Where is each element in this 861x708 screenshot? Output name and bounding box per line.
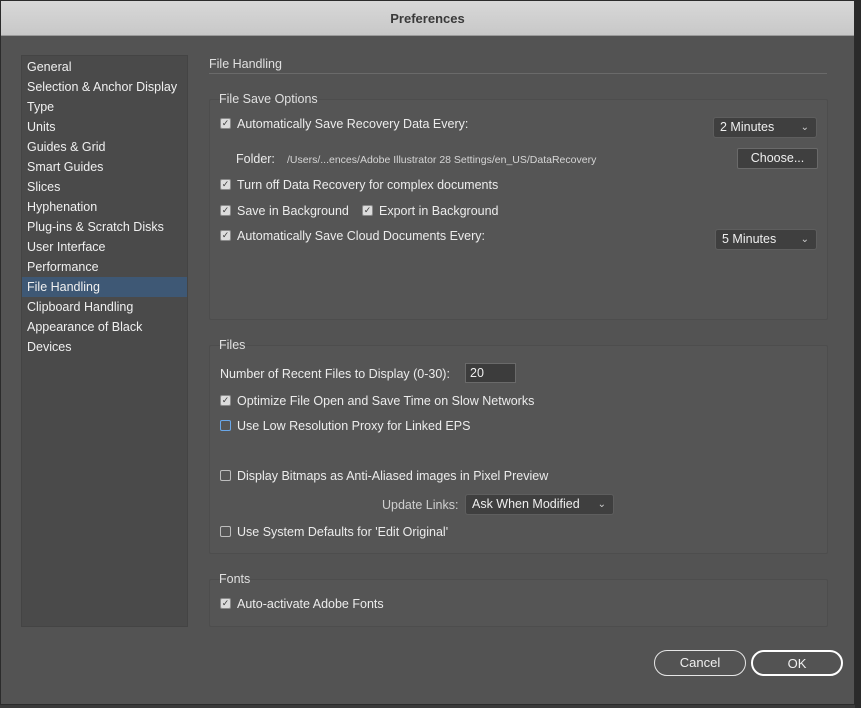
cloud-save-checkbox[interactable]: ✓ <box>220 230 231 241</box>
sidebar-item-slices[interactable]: Slices <box>22 177 187 197</box>
turn-off-recovery-checkbox[interactable]: ✓ <box>220 179 231 190</box>
turn-off-recovery-label: Turn off Data Recovery for complex docum… <box>237 178 499 192</box>
sidebar-item-clipboard-handling[interactable]: Clipboard Handling <box>22 297 187 317</box>
sidebar: General Selection & Anchor Display Type … <box>21 55 188 627</box>
auto-save-label: Automatically Save Recovery Data Every: <box>237 117 469 131</box>
sidebar-item-user-interface[interactable]: User Interface <box>22 237 187 257</box>
system-defaults-label: Use System Defaults for 'Edit Original' <box>237 525 449 539</box>
sidebar-item-plugins-scratch-disks[interactable]: Plug-ins & Scratch Disks <box>22 217 187 237</box>
folder-path: /Users/...ences/Adobe Illustrator 28 Set… <box>287 154 597 166</box>
cloud-save-label: Automatically Save Cloud Documents Every… <box>237 229 486 243</box>
check-icon: ✓ <box>221 395 230 405</box>
optimize-label: Optimize File Open and Save Time on Slow… <box>237 394 535 408</box>
export-background-label: Export in Background <box>379 204 499 218</box>
sidebar-item-devices[interactable]: Devices <box>22 337 187 357</box>
sidebar-item-file-handling[interactable]: File Handling <box>22 277 187 297</box>
recent-files-label: Number of Recent Files to Display (0-30)… <box>220 367 450 381</box>
auto-save-interval-select[interactable]: 2 Minutes ⌄ <box>713 117 817 138</box>
preferences-dialog: Preferences General Selection & Anchor D… <box>0 0 855 705</box>
check-icon: ✓ <box>221 179 230 189</box>
check-icon: ✓ <box>221 598 230 608</box>
folder-label: Folder: <box>236 152 275 166</box>
save-background-checkbox[interactable]: ✓ <box>220 205 231 216</box>
update-links-label: Update Links: <box>382 498 459 512</box>
file-save-options-title: File Save Options <box>219 92 318 106</box>
choose-folder-button[interactable]: Choose... <box>737 148 818 169</box>
export-background-checkbox[interactable]: ✓ <box>362 205 373 216</box>
sidebar-item-selection-anchor-display[interactable]: Selection & Anchor Display <box>22 77 187 97</box>
sidebar-item-appearance-of-black[interactable]: Appearance of Black <box>22 317 187 337</box>
sidebar-item-hyphenation[interactable]: Hyphenation <box>22 197 187 217</box>
cancel-button[interactable]: Cancel <box>654 650 746 676</box>
auto-save-checkbox[interactable]: ✓ <box>220 118 231 129</box>
auto-activate-fonts-label: Auto-activate Adobe Fonts <box>237 597 384 611</box>
system-defaults-checkbox[interactable] <box>220 526 231 537</box>
anti-aliased-label: Display Bitmaps as Anti-Aliased images i… <box>237 469 549 483</box>
chevron-down-icon: ⌄ <box>597 499 606 510</box>
recent-files-input[interactable]: 20 <box>465 363 516 383</box>
dialog-title: Preferences <box>1 1 854 36</box>
check-icon: ✓ <box>221 205 230 215</box>
optimize-checkbox[interactable]: ✓ <box>220 395 231 406</box>
save-background-label: Save in Background <box>237 204 349 218</box>
update-links-value: Ask When Modified <box>472 497 580 511</box>
chevron-down-icon: ⌄ <box>800 234 809 245</box>
cloud-save-interval-value: 5 Minutes <box>722 232 777 246</box>
auto-save-interval-value: 2 Minutes <box>720 120 775 134</box>
sidebar-item-units[interactable]: Units <box>22 117 187 137</box>
sidebar-item-performance[interactable]: Performance <box>22 257 187 277</box>
check-icon: ✓ <box>221 118 230 128</box>
sidebar-item-type[interactable]: Type <box>22 97 187 117</box>
chevron-down-icon: ⌄ <box>800 122 809 133</box>
heading-divider <box>209 73 827 74</box>
sidebar-item-guides-grid[interactable]: Guides & Grid <box>22 137 187 157</box>
low-res-proxy-label: Use Low Resolution Proxy for Linked EPS <box>237 419 471 433</box>
cloud-save-interval-select[interactable]: 5 Minutes ⌄ <box>715 229 817 250</box>
sidebar-item-general[interactable]: General <box>22 57 187 77</box>
update-links-select[interactable]: Ask When Modified ⌄ <box>465 494 614 515</box>
sidebar-item-smart-guides[interactable]: Smart Guides <box>22 157 187 177</box>
auto-activate-fonts-checkbox[interactable]: ✓ <box>220 598 231 609</box>
files-title: Files <box>219 338 246 352</box>
anti-aliased-checkbox[interactable] <box>220 470 231 481</box>
fonts-title: Fonts <box>219 572 251 586</box>
page-title: File Handling <box>209 57 282 71</box>
check-icon: ✓ <box>221 230 230 240</box>
ok-button[interactable]: OK <box>751 650 843 676</box>
low-res-proxy-checkbox[interactable] <box>220 420 231 431</box>
check-icon: ✓ <box>363 205 372 215</box>
background-desktop <box>855 0 861 708</box>
